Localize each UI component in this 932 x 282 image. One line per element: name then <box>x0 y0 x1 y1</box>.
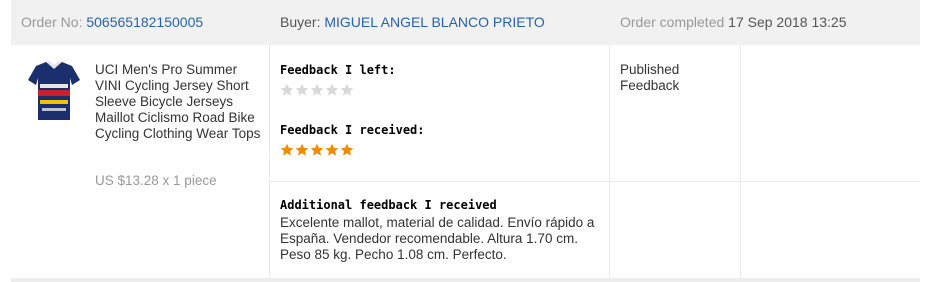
order-number-label: Order No: <box>21 14 83 30</box>
star-empty-icon <box>280 83 294 97</box>
order-number: Order No: 506565182150005 <box>21 14 203 30</box>
order-number-link[interactable]: 506565182150005 <box>86 14 203 30</box>
feedback-received-heading: Feedback I received: <box>280 123 425 137</box>
cycling-jersey-thumbnail[interactable] <box>26 60 82 124</box>
star-empty-icon <box>310 83 324 97</box>
feedback-left-heading: Feedback I left: <box>280 63 396 77</box>
order-row: UCI Men's Pro Summer VINI Cycling Jersey… <box>11 45 920 278</box>
product-price: US $13.28 x 1 piece <box>95 173 217 188</box>
feedback-received-stars <box>280 143 354 157</box>
buyer-name-link[interactable]: MIGUEL ANGEL BLANCO PRIETO <box>324 14 544 30</box>
product-title-link[interactable]: UCI Men's Pro Summer VINI Cycling Jersey… <box>95 62 265 142</box>
star-empty-icon <box>325 83 339 97</box>
order-header: Order No: 506565182150005 Buyer: MIGUEL … <box>11 0 920 45</box>
order-completed-label: Order completed <box>620 14 725 30</box>
feedback-left-stars <box>280 83 354 97</box>
order-completed: Order completed 17 Sep 2018 13:25 <box>620 14 847 30</box>
buyer-label: Buyer: <box>280 14 321 30</box>
star-empty-icon <box>340 83 354 97</box>
additional-feedback-heading: Additional feedback I received <box>280 198 497 212</box>
star-filled-icon <box>295 143 309 157</box>
jersey-icon <box>28 61 80 120</box>
feedback-status: Published Feedback <box>620 62 680 93</box>
additional-feedback-text: Excelente mallot, material de calidad. E… <box>280 215 595 262</box>
buyer: Buyer: MIGUEL ANGEL BLANCO PRIETO <box>280 14 545 30</box>
column-divider <box>609 45 610 278</box>
star-filled-icon <box>325 143 339 157</box>
star-filled-icon <box>340 143 354 157</box>
star-filled-icon <box>310 143 324 157</box>
row-bottom-border <box>11 278 920 282</box>
row-divider <box>269 181 920 182</box>
star-filled-icon <box>280 143 294 157</box>
order-completed-date: 17 Sep 2018 13:25 <box>728 14 847 30</box>
column-divider <box>740 45 741 278</box>
column-divider <box>269 45 270 278</box>
star-empty-icon <box>295 83 309 97</box>
